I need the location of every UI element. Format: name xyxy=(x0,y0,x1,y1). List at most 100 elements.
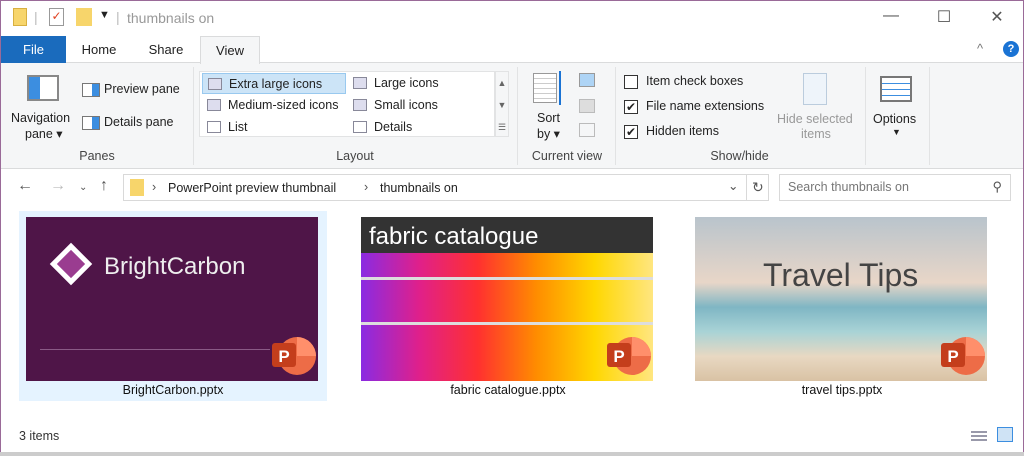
layout-label: Medium-sized icons xyxy=(228,98,339,112)
divider: | xyxy=(116,9,120,25)
file-name-extensions-toggle[interactable]: ✔ File name extensions xyxy=(624,99,764,114)
file-item[interactable]: Travel Tips P travel tips.pptx xyxy=(688,211,996,401)
search-input[interactable]: Search thumbnails on ⚲ xyxy=(779,174,1011,201)
title-bar: | ✓ ▼ | thumbnails on — ☐ ✕ xyxy=(1,1,1023,36)
back-button[interactable]: ← xyxy=(17,177,33,195)
minimize-button[interactable]: — xyxy=(871,7,911,31)
sort-icon xyxy=(533,73,557,103)
layout-gallery: Extra large icons Large icons Medium-siz… xyxy=(199,71,495,137)
layout-medium-icons[interactable]: Medium-sized icons xyxy=(202,95,346,116)
search-icon[interactable]: ⚲ xyxy=(992,179,1002,195)
close-button[interactable]: ✕ xyxy=(977,7,1017,31)
navigation-pane-icon xyxy=(27,75,59,101)
new-folder-icon[interactable] xyxy=(76,8,92,26)
gallery-scroll[interactable]: ▲ ▼ ☰ xyxy=(495,71,509,137)
scroll-up-icon[interactable]: ▲ xyxy=(496,72,508,94)
up-button[interactable]: ↑ xyxy=(100,177,108,195)
file-item[interactable]: BrightCarbon P BrightCarbon.pptx xyxy=(19,211,327,401)
thumbnail-title: BrightCarbon xyxy=(104,253,246,280)
help-icon[interactable]: ? xyxy=(1003,41,1019,57)
tab-home[interactable]: Home xyxy=(71,36,127,63)
shelf xyxy=(361,322,653,325)
tab-share[interactable]: Share xyxy=(137,36,195,63)
navigation-pane-label-text: pane xyxy=(25,127,53,141)
layout-large-icons[interactable]: Large icons xyxy=(348,73,488,94)
layout-label: Details xyxy=(374,120,413,134)
file-item[interactable]: fabric catalogue P fabric catalogue.pptx xyxy=(354,211,662,401)
powerpoint-icon: P xyxy=(941,337,985,375)
file-name: travel tips.pptx xyxy=(801,383,883,397)
layout-label: Small icons xyxy=(374,98,438,112)
scroll-down-icon[interactable]: ▼ xyxy=(496,94,508,116)
shelf xyxy=(361,277,653,280)
breadcrumb-separator[interactable]: › xyxy=(364,180,368,194)
sort-by-button[interactable]: Sort by ▾ xyxy=(529,71,571,141)
panes-group-label: Panes xyxy=(79,149,115,163)
status-item-count: 3 items xyxy=(19,429,60,443)
tab-file[interactable]: File xyxy=(1,36,66,63)
powerpoint-icon: P xyxy=(272,337,316,375)
file-thumbnail: BrightCarbon P xyxy=(26,217,318,381)
recent-locations-icon[interactable]: ⌄ xyxy=(79,182,87,193)
large-icons-view-button[interactable] xyxy=(997,427,1013,442)
size-columns-icon[interactable] xyxy=(579,123,595,137)
details-pane-icon xyxy=(82,115,100,130)
navigation-pane-label-2: pane ▾ xyxy=(25,127,63,141)
group-by-icon[interactable] xyxy=(579,73,595,87)
add-columns-icon[interactable] xyxy=(579,99,595,113)
gallery-expand-icon[interactable]: ☰ xyxy=(496,116,508,138)
layout-details[interactable]: Details xyxy=(348,117,488,138)
file-thumbnail: fabric catalogue P xyxy=(361,217,653,381)
customize-toolbar-icon[interactable]: ▼ xyxy=(99,9,110,21)
divider xyxy=(746,175,747,200)
search-placeholder: Search thumbnails on xyxy=(788,180,909,194)
refresh-icon[interactable]: ↻ xyxy=(752,179,764,196)
address-bar[interactable]: › PowerPoint preview thumbnail › thumbna… xyxy=(123,174,769,201)
checklist-icon[interactable]: ✓ xyxy=(49,8,64,26)
breadcrumb-item[interactable]: PowerPoint preview thumbnail xyxy=(168,181,336,195)
sort-label-2: by ▾ xyxy=(537,127,560,141)
svg-text:P: P xyxy=(947,347,958,366)
options-button[interactable]: Options ▼ xyxy=(867,71,927,143)
extra-large-icons-icon xyxy=(208,78,222,90)
layout-label: List xyxy=(228,120,248,134)
navigation-pane-button[interactable]: Navigation pane ▾ xyxy=(11,71,71,141)
divider: | xyxy=(34,9,38,25)
checkbox-label: Item check boxes xyxy=(646,74,744,88)
horizontal-scrollbar[interactable] xyxy=(0,452,1024,456)
layout-small-icons[interactable]: Small icons xyxy=(348,95,488,116)
breadcrumb-separator[interactable]: › xyxy=(152,180,156,194)
checkbox-checked[interactable]: ✔ xyxy=(624,124,638,139)
layout-list[interactable]: List xyxy=(202,117,346,138)
window-title: thumbnails on xyxy=(127,10,215,26)
options-icon xyxy=(880,76,912,102)
checkbox-unchecked[interactable] xyxy=(624,74,638,89)
properties-icon[interactable] xyxy=(13,8,27,26)
small-icons-icon xyxy=(353,99,367,111)
layout-extra-large-icons[interactable]: Extra large icons xyxy=(202,73,346,94)
hidden-items-toggle[interactable]: ✔ Hidden items xyxy=(624,124,719,139)
layout-label: Extra large icons xyxy=(229,77,323,91)
layout-label: Large icons xyxy=(374,76,439,90)
hide-selected-icon xyxy=(803,73,827,105)
hide-selected-items-button[interactable]: Hide selected items xyxy=(773,71,859,143)
svg-text:P: P xyxy=(613,347,624,366)
sort-label-text: by xyxy=(537,127,551,141)
list-icon xyxy=(207,121,221,133)
maximize-button[interactable]: ☐ xyxy=(924,7,964,31)
item-check-boxes-toggle[interactable]: Item check boxes xyxy=(624,74,743,89)
checkbox-checked[interactable]: ✔ xyxy=(624,99,638,114)
sort-arrow-icon xyxy=(559,71,561,105)
brightcarbon-logo-icon xyxy=(49,242,93,286)
preview-pane-icon xyxy=(82,82,100,97)
breadcrumb-item[interactable]: thumbnails on xyxy=(380,181,458,195)
preview-pane-button[interactable]: Preview pane xyxy=(82,82,180,97)
file-name: fabric catalogue.pptx xyxy=(450,383,566,397)
chevron-down-icon: ▼ xyxy=(892,127,901,137)
details-view-button[interactable] xyxy=(971,429,987,441)
forward-button[interactable]: → xyxy=(50,177,66,195)
details-pane-button[interactable]: Details pane xyxy=(82,115,174,130)
tab-view[interactable]: View xyxy=(200,36,260,64)
address-dropdown-icon[interactable]: ⌄ xyxy=(728,178,738,193)
collapse-ribbon-icon[interactable]: ^ xyxy=(977,41,983,56)
